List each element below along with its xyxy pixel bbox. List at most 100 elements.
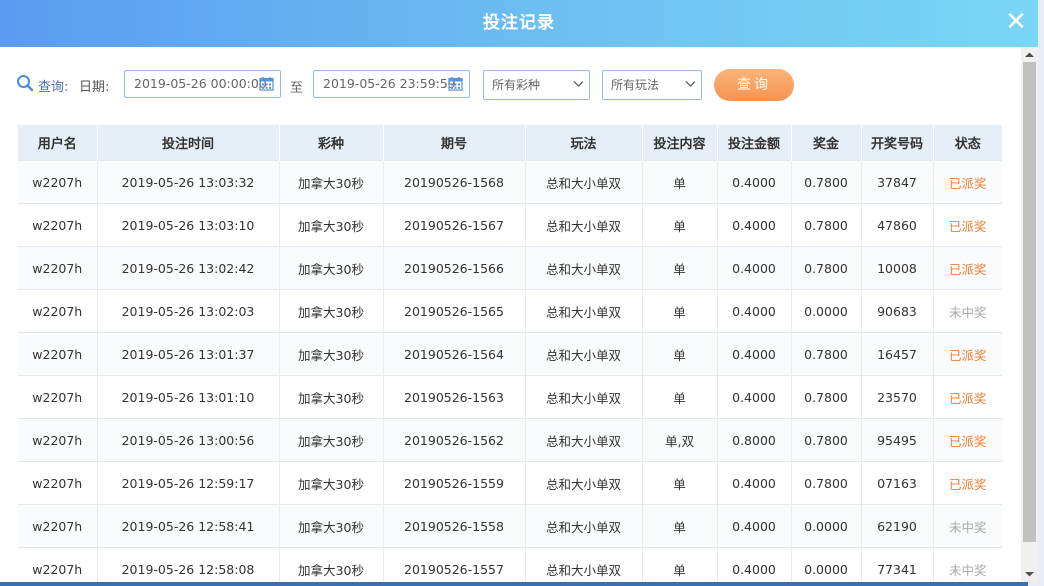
end-date-value: 2019-05-26 23:59:59 <box>323 76 456 91</box>
cell-bet-amount: 0.4000 <box>717 547 792 582</box>
cell-username: w2207h <box>18 246 98 290</box>
cell-bet-content: 单 <box>642 332 718 376</box>
cell-draw-number: 95495 <box>861 418 934 462</box>
search-icon <box>17 75 34 92</box>
col-header-bet-amount: 投注金额 <box>717 125 792 161</box>
cell-issue: 20190526-1566 <box>383 246 526 290</box>
cell-prize: 0.0000 <box>791 547 862 582</box>
cell-prize: 0.7800 <box>791 246 862 290</box>
cell-lottery: 加拿大30秒 <box>279 289 384 333</box>
query-button[interactable]: 查询 <box>714 69 794 101</box>
table-row: w2207h 2019-05-26 13:01:37 加拿大30秒 20190526-… <box>18 332 1002 376</box>
cell-play: 总和大小单双 <box>525 375 643 419</box>
bet-record-table-wrap: 用户名 投注时间 彩种 期号 玩法 投注内容 投注金额 奖金 开奖号码 状态 w… <box>18 125 1002 582</box>
cell-prize: 0.7800 <box>791 203 862 247</box>
cell-prize: 0.7800 <box>791 375 862 419</box>
lottery-type-select[interactable]: 所有彩种 <box>483 70 590 100</box>
cell-bet-content: 单 <box>642 160 718 204</box>
cell-bet-content: 单 <box>642 375 718 419</box>
modal-header: 投注记录 ✕ <box>0 0 1038 47</box>
table-row: w2207h 2019-05-26 12:58:08 加拿大30秒 20190526-… <box>18 547 1002 582</box>
col-header-bet-content: 投注内容 <box>642 125 718 161</box>
col-header-lottery: 彩种 <box>279 125 384 161</box>
cell-bet-time: 2019-05-26 12:58:08 <box>97 547 280 582</box>
cell-bet-amount: 0.8000 <box>717 418 792 462</box>
cell-issue: 20190526-1564 <box>383 332 526 376</box>
calendar-icon[interactable] <box>448 76 463 91</box>
scroll-up-arrow-icon[interactable] <box>1021 49 1038 61</box>
bet-record-table: 用户名 投注时间 彩种 期号 玩法 投注内容 投注金额 奖金 开奖号码 状态 w… <box>18 125 1002 582</box>
cell-bet-time: 2019-05-26 13:01:37 <box>97 332 280 376</box>
cell-bet-content: 单,双 <box>642 418 718 462</box>
cell-play: 总和大小单双 <box>525 504 643 548</box>
table-row: w2207h 2019-05-26 13:01:10 加拿大30秒 20190526-… <box>18 375 1002 419</box>
col-header-status: 状态 <box>933 125 1002 161</box>
cell-lottery: 加拿大30秒 <box>279 203 384 247</box>
cell-issue: 20190526-1562 <box>383 418 526 462</box>
col-header-play: 玩法 <box>525 125 643 161</box>
cell-lottery: 加拿大30秒 <box>279 332 384 376</box>
cell-status: 已派奖 <box>933 375 1002 419</box>
cell-status: 已派奖 <box>933 461 1002 505</box>
cell-issue: 20190526-1559 <box>383 461 526 505</box>
cell-bet-amount: 0.4000 <box>717 160 792 204</box>
cell-prize: 0.0000 <box>791 289 862 333</box>
cell-bet-time: 2019-05-26 13:00:56 <box>97 418 280 462</box>
cell-lottery: 加拿大30秒 <box>279 547 384 582</box>
scroll-down-arrow-icon[interactable] <box>1021 568 1038 580</box>
table-row: w2207h 2019-05-26 12:58:41 加拿大30秒 20190526-… <box>18 504 1002 548</box>
cell-draw-number: 16457 <box>861 332 934 376</box>
cell-username: w2207h <box>18 203 98 247</box>
cell-status: 未中奖 <box>933 547 1002 582</box>
table-row: w2207h 2019-05-26 13:02:42 加拿大30秒 20190526-… <box>18 246 1002 290</box>
cell-play: 总和大小单双 <box>525 203 643 247</box>
cell-username: w2207h <box>18 547 98 582</box>
cell-bet-time: 2019-05-26 13:03:10 <box>97 203 280 247</box>
cell-bet-time: 2019-05-26 12:59:17 <box>97 461 280 505</box>
query-label: 查询: <box>38 80 69 95</box>
cell-issue: 20190526-1558 <box>383 504 526 548</box>
cell-bet-time: 2019-05-26 13:03:32 <box>97 160 280 204</box>
cell-bet-amount: 0.4000 <box>717 332 792 376</box>
cell-draw-number: 10008 <box>861 246 934 290</box>
cell-username: w2207h <box>18 289 98 333</box>
cell-prize: 0.7800 <box>791 461 862 505</box>
cell-username: w2207h <box>18 504 98 548</box>
cell-bet-content: 单 <box>642 461 718 505</box>
cell-bet-amount: 0.4000 <box>717 504 792 548</box>
cell-play: 总和大小单双 <box>525 418 643 462</box>
play-type-value: 所有玩法 <box>611 78 660 92</box>
cell-username: w2207h <box>18 375 98 419</box>
calendar-icon[interactable] <box>259 76 274 91</box>
cell-draw-number: 77341 <box>861 547 934 582</box>
close-icon[interactable]: ✕ <box>1004 9 1028 35</box>
cell-username: w2207h <box>18 418 98 462</box>
end-date-input[interactable]: 2019-05-26 23:59:59 <box>313 70 470 98</box>
cell-play: 总和大小单双 <box>525 547 643 582</box>
table-body: w2207h 2019-05-26 13:03:32 加拿大30秒 20190526-… <box>18 160 1002 582</box>
cell-issue: 20190526-1568 <box>383 160 526 204</box>
start-date-input[interactable]: 2019-05-26 00:00:00 <box>124 70 281 98</box>
col-header-prize: 奖金 <box>791 125 862 161</box>
cell-username: w2207h <box>18 461 98 505</box>
col-header-issue: 期号 <box>383 125 526 161</box>
cell-bet-time: 2019-05-26 13:02:42 <box>97 246 280 290</box>
cell-bet-amount: 0.4000 <box>717 461 792 505</box>
to-label: 至 <box>290 81 304 96</box>
cell-issue: 20190526-1563 <box>383 375 526 419</box>
vertical-scrollbar[interactable] <box>1021 47 1038 582</box>
cell-bet-time: 2019-05-26 13:02:03 <box>97 289 280 333</box>
cell-status: 已派奖 <box>933 332 1002 376</box>
table-row: w2207h 2019-05-26 13:03:10 加拿大30秒 20190526-… <box>18 203 1002 247</box>
cell-lottery: 加拿大30秒 <box>279 504 384 548</box>
cell-prize: 0.7800 <box>791 160 862 204</box>
scrollbar-thumb[interactable] <box>1023 62 1036 542</box>
cell-play: 总和大小单双 <box>525 289 643 333</box>
cell-draw-number: 90683 <box>861 289 934 333</box>
play-type-select[interactable]: 所有玩法 <box>602 70 702 100</box>
cell-lottery: 加拿大30秒 <box>279 418 384 462</box>
table-row: w2207h 2019-05-26 13:03:32 加拿大30秒 20190526-… <box>18 160 1002 204</box>
cell-bet-amount: 0.4000 <box>717 375 792 419</box>
table-header-row: 用户名 投注时间 彩种 期号 玩法 投注内容 投注金额 奖金 开奖号码 状态 <box>18 125 1002 161</box>
cell-play: 总和大小单双 <box>525 160 643 204</box>
